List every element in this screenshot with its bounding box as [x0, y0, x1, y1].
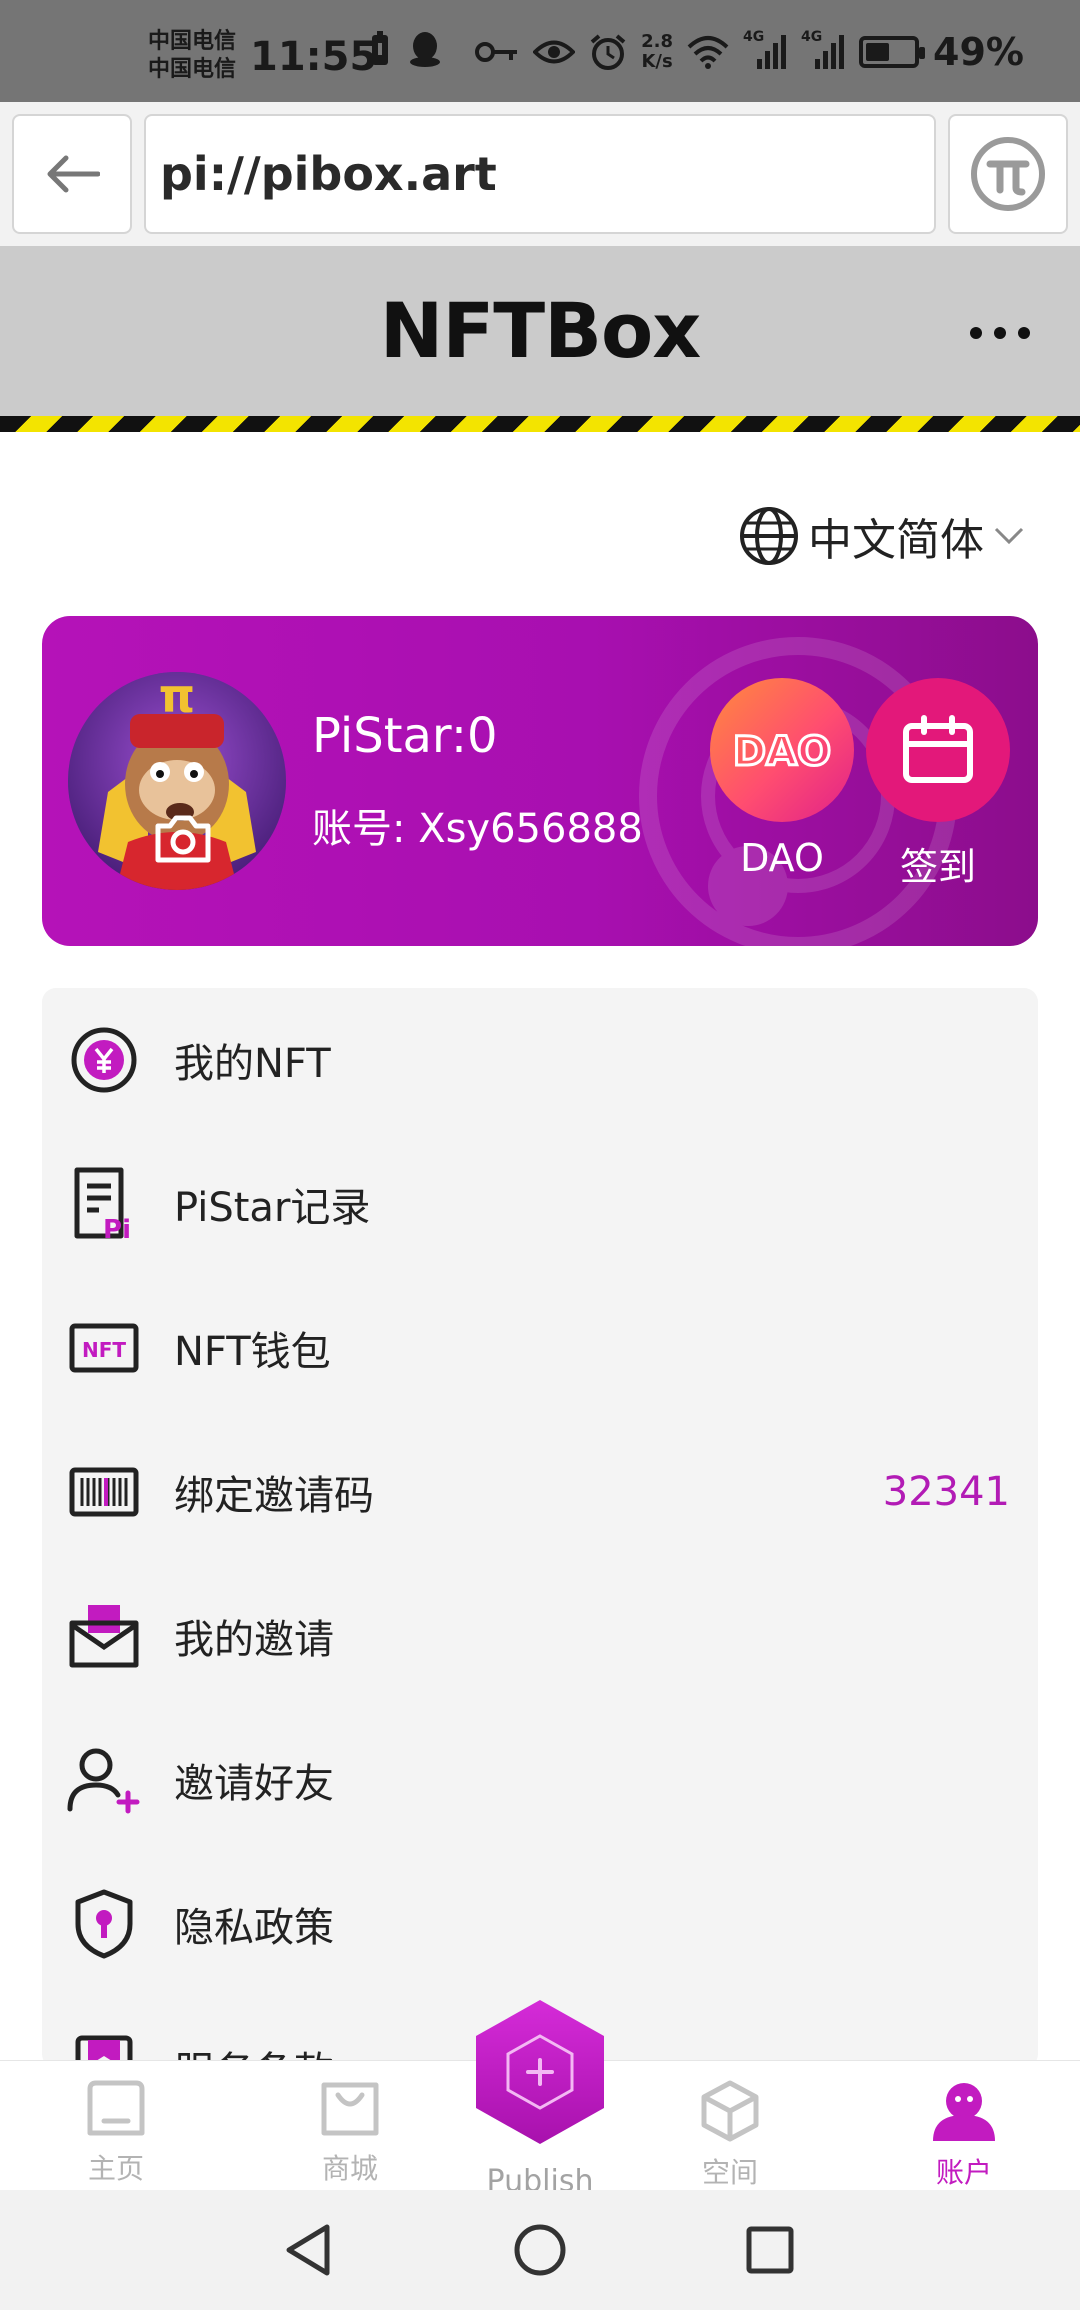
publish-button[interactable]	[468, 1996, 612, 2156]
battery-icon	[859, 36, 926, 68]
wifi-icon	[687, 36, 729, 69]
nav-store[interactable]: 商城	[280, 2079, 420, 2187]
more-options-button[interactable]	[970, 318, 1030, 348]
dao-label: DAO	[740, 836, 824, 880]
language-label: 中文简体	[808, 515, 984, 566]
menu-label: NFT钱包	[174, 1329, 331, 1375]
browser-bar: pi://pibox.art	[0, 102, 1080, 246]
eye-icon	[533, 40, 576, 64]
signal-2: 4G	[801, 29, 845, 71]
add-friend-icon	[66, 1742, 142, 1818]
account-menu: 我的NFT Pi PiStar记录 NFT NFT钱包 绑定邀请码 32341 …	[42, 988, 1038, 2068]
dao-button[interactable]: DAO	[710, 678, 854, 822]
menu-item-invite-friends[interactable]: 邀请好友	[42, 1708, 1038, 1852]
more-dot-icon	[1018, 327, 1030, 339]
calendar-icon	[903, 715, 973, 783]
back-button[interactable]	[12, 114, 132, 234]
app-header: NFTBox	[0, 246, 1080, 416]
nav-space-label: 空间	[701, 2156, 758, 2189]
nav-home[interactable]: 主页	[46, 2079, 186, 2187]
menu-label: 邀请好友	[174, 1761, 334, 1807]
home-icon	[87, 2080, 145, 2136]
publish-hexagon-icon	[476, 2000, 604, 2144]
more-dot-icon	[970, 327, 982, 339]
barcode-icon	[66, 1454, 142, 1530]
menu-item-my-nft[interactable]: 我的NFT	[42, 988, 1038, 1132]
nav-store-label: 商城	[321, 2152, 378, 2185]
battery-percent: 49%	[933, 30, 1024, 74]
shopping-bag-icon	[321, 2082, 379, 2136]
menu-label: 绑定邀请码	[174, 1473, 374, 1519]
system-recents-button[interactable]	[740, 2220, 800, 2280]
nav-space[interactable]: 空间	[660, 2079, 800, 2191]
globe-icon	[740, 507, 798, 565]
system-home-button[interactable]	[510, 2220, 570, 2280]
account-id: 账号: Xsy656888	[312, 806, 643, 852]
menu-label: 隐私政策	[174, 1905, 334, 1951]
yen-coin-icon	[66, 1022, 142, 1098]
privacy-shield-icon	[66, 1886, 142, 1962]
page-title: NFTBox	[379, 286, 702, 375]
sign-in-label: 签到	[899, 845, 976, 889]
status-icons-left	[370, 30, 442, 68]
url-text: pi://pibox.art	[160, 147, 497, 201]
menu-item-privacy-policy[interactable]: 隐私政策	[42, 1852, 1038, 1996]
nft-wallet-icon: NFT	[66, 1310, 142, 1386]
hazard-stripe-divider	[0, 416, 1080, 432]
network-speed: 2.8 K/s	[641, 32, 673, 72]
more-dot-icon	[994, 327, 1006, 339]
invitation-envelope-icon	[66, 1598, 142, 1674]
nav-account[interactable]: 账户	[894, 2079, 1034, 2191]
nav-home-label: 主页	[87, 2152, 144, 2185]
battery-saver-icon	[372, 31, 388, 65]
status-time: 11:55	[250, 34, 378, 80]
record-icon-text: Pi	[103, 1215, 131, 1242]
key-icon	[475, 42, 518, 62]
status-icons-right: 2.8 K/s 4G 4G 49%	[475, 29, 1024, 74]
url-field[interactable]: pi://pibox.art	[144, 114, 936, 234]
status-bar: 中国电信 中国电信 11:55 2.8 K/s 4G 4G 49%	[0, 0, 1080, 102]
signal-bars-icon	[815, 35, 845, 69]
language-selector[interactable]: 中文简体	[738, 504, 1026, 568]
menu-label: 我的NFT	[174, 1041, 331, 1087]
alarm-icon	[590, 34, 626, 70]
menu-item-bind-invite-code[interactable]: 绑定邀请码 32341	[42, 1420, 1038, 1564]
account-person-icon	[933, 2083, 995, 2141]
record-document-icon: Pi	[66, 1166, 142, 1242]
nft-icon-text: NFT	[82, 1338, 126, 1362]
arrow-left-icon	[47, 155, 100, 193]
nav-account-label: 账户	[935, 2156, 992, 2189]
circle-home-icon	[514, 2224, 566, 2276]
dao-logo-icon: DAO	[731, 728, 832, 776]
net-speed-value: 2.8	[641, 31, 674, 52]
camera-icon[interactable]	[152, 812, 214, 864]
pi-coin-icon	[971, 137, 1045, 211]
profile-card: π PiStar:0 账号: Xsy656888 DAO DAO 签到	[42, 616, 1038, 946]
menu-label: 我的邀请	[174, 1617, 334, 1663]
carrier-1: 中国电信	[148, 29, 237, 54]
triangle-back-icon	[286, 2224, 330, 2276]
menu-item-nft-wallet[interactable]: NFT NFT钱包	[42, 1276, 1038, 1420]
sign-in-button[interactable]	[866, 678, 1010, 822]
qq-icon	[410, 32, 440, 67]
carrier-2: 中国电信	[148, 57, 237, 82]
carrier-names: 中国电信 中国电信	[148, 28, 236, 84]
system-back-button[interactable]	[278, 2220, 338, 2280]
dao-icon-text: DAO	[733, 729, 831, 775]
menu-item-my-invitations[interactable]: 我的邀请	[42, 1564, 1038, 1708]
menu-item-pistar-record[interactable]: Pi PiStar记录	[42, 1132, 1038, 1276]
square-recents-icon	[746, 2226, 794, 2274]
menu-label: PiStar记录	[174, 1185, 371, 1231]
net-speed-unit: K/s	[641, 51, 673, 72]
signal-bars-icon	[757, 35, 787, 69]
pistar-balance: PiStar:0	[312, 708, 498, 764]
invite-code-value: 32341	[882, 1469, 1010, 1515]
pi-browser-button[interactable]	[948, 114, 1068, 234]
battery-fill	[866, 43, 890, 61]
system-navigation	[0, 2190, 1080, 2310]
cube-icon	[701, 2080, 759, 2142]
signal-1: 4G	[743, 29, 787, 71]
chevron-down-icon	[994, 527, 1024, 545]
